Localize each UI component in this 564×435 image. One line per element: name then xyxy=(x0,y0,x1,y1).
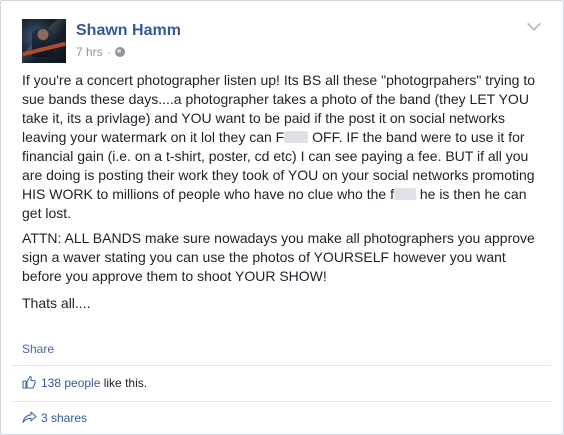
chevron-down-icon[interactable] xyxy=(526,16,542,32)
share-button[interactable]: Share xyxy=(22,342,54,356)
shares-link[interactable]: 3 shares xyxy=(22,411,87,425)
likes-row: 138 people like this. xyxy=(22,375,147,390)
post-paragraph: ATTN: ALL BANDS make sure nowadays you m… xyxy=(22,230,535,284)
avatar[interactable] xyxy=(22,19,66,63)
post-body: If you're a concert photographer listen … xyxy=(22,71,547,319)
divider xyxy=(13,401,551,402)
post-timestamp[interactable]: 7 hrs xyxy=(76,45,103,59)
redacted-word xyxy=(393,188,416,200)
post-card: Shawn Hamm 7 hrs · If you're a concert ph… xyxy=(0,0,564,435)
divider xyxy=(13,365,551,366)
post-paragraph: Thats all.... xyxy=(22,295,91,311)
post-paragraph: If you're a concert photographer listen … xyxy=(22,71,547,223)
likes-count-link[interactable]: 138 people xyxy=(41,376,100,390)
post-meta: 7 hrs · xyxy=(76,45,125,59)
likes-suffix: like this. xyxy=(100,376,148,390)
share-arrow-icon xyxy=(22,411,37,424)
author-name[interactable]: Shawn Hamm xyxy=(76,22,181,40)
globe-icon[interactable] xyxy=(114,47,125,57)
shares-count[interactable]: 3 shares xyxy=(41,411,87,425)
meta-separator: · xyxy=(106,45,111,59)
thumbs-up-icon xyxy=(22,375,36,389)
redacted-word xyxy=(284,131,309,143)
